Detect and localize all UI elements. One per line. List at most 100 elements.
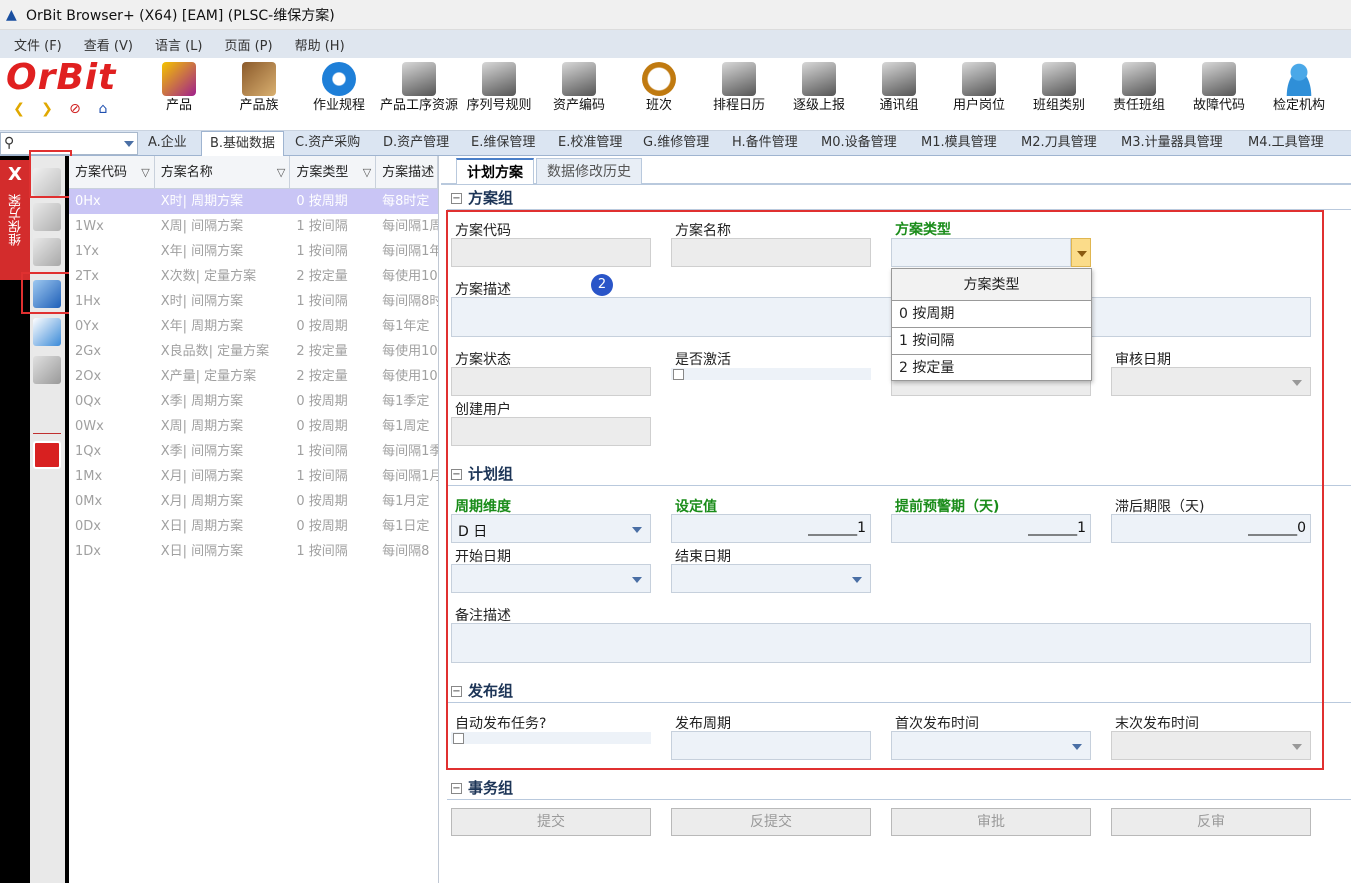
tool-process-resource[interactable]: 产品工序资源: [379, 58, 459, 130]
table-cell: 1 按间隔: [296, 294, 348, 309]
tab-m3-measure-mgmt[interactable]: M3.计量器具管理: [1113, 131, 1231, 156]
col-header-name[interactable]: 方案名称 ▽: [155, 156, 291, 189]
table-cell: 每使用10: [382, 344, 438, 359]
table-row[interactable]: 0Dx X日| 周期方案 0 按周期 每1日定: [69, 514, 438, 539]
menu-view[interactable]: 查看 (V): [84, 35, 133, 54]
col-header-desc[interactable]: 方案描述: [376, 156, 438, 189]
panel-tabs: 计划方案 数据修改历史: [441, 156, 1351, 185]
menu-help[interactable]: 帮助 (H): [295, 35, 345, 54]
table-row[interactable]: 2Gx X良品数| 定量方案 2 按定量 每使用10: [69, 339, 438, 364]
tool-asset-code[interactable]: 资产编码: [539, 58, 619, 130]
unsubmit-button[interactable]: 反提交: [671, 808, 871, 836]
table-cell: 每1周定: [382, 419, 430, 434]
col-header-code[interactable]: 方案代码 ▽: [69, 156, 155, 189]
tool-product-family[interactable]: 产品族: [219, 58, 299, 130]
table-cell: 每间隔1周: [382, 219, 438, 234]
tab-m2-tool-mgmt[interactable]: M2.刀具管理: [1013, 131, 1105, 156]
forward-icon[interactable]: ❯: [38, 100, 56, 118]
close-icon[interactable]: X: [0, 164, 30, 185]
left-sidebar: X 维保方案: [0, 156, 69, 883]
table-row[interactable]: 1Hx X时| 间隔方案 1 按间隔 每间隔8时: [69, 289, 438, 314]
table-row[interactable]: 0Wx X周| 周期方案 0 按周期 每1周定: [69, 414, 438, 439]
tab-b-basic-data[interactable]: B.基础数据: [201, 131, 285, 157]
tool-work-rule[interactable]: 作业规程: [299, 58, 379, 130]
collapse-icon[interactable]: −: [451, 193, 462, 204]
unapprove-button[interactable]: 反审: [1111, 808, 1311, 836]
tool-product[interactable]: 产品: [139, 58, 219, 130]
attach-icon[interactable]: [33, 238, 61, 266]
table-row[interactable]: 1Wx X周| 间隔方案 1 按间隔 每间隔1周: [69, 214, 438, 239]
table-row[interactable]: 0Hx X时| 周期方案 0 按周期 每8时定: [69, 189, 438, 214]
collapse-icon[interactable]: −: [451, 783, 462, 794]
tab-e-maintenance-mgmt[interactable]: E.维保管理: [463, 131, 543, 156]
table-cell: 1 按间隔: [296, 544, 348, 559]
col-header-type[interactable]: 方案类型 ▽: [290, 156, 377, 189]
type-option-quantity[interactable]: 2 按定量: [892, 355, 1091, 382]
tab-m4-tools-mgmt[interactable]: M4.工具管理: [1240, 131, 1332, 156]
tool-serial-rule[interactable]: 序列号规则: [459, 58, 539, 130]
asset-code-icon: [562, 62, 596, 96]
filter-icon[interactable]: ▽: [277, 156, 285, 189]
home-icon[interactable]: ⌂: [94, 100, 112, 118]
delete-icon[interactable]: [33, 356, 61, 384]
copy-icon[interactable]: [33, 203, 61, 231]
stop-icon[interactable]: ⊘: [66, 100, 84, 118]
table-cell: 1Mx: [75, 469, 103, 484]
table-cell: 0Hx: [75, 194, 101, 209]
process-resource-icon: [402, 62, 436, 96]
badge-2: 2: [591, 274, 613, 296]
tool-team-type[interactable]: 班组类别: [1019, 58, 1099, 130]
table-cell: 1Qx: [75, 444, 102, 459]
back-icon[interactable]: ❮: [10, 100, 28, 118]
table-row[interactable]: 1Dx X日| 间隔方案 1 按间隔 每间隔8: [69, 539, 438, 564]
tool-calendar[interactable]: 排程日历: [699, 58, 779, 130]
table-row[interactable]: 1Qx X季| 间隔方案 1 按间隔 每间隔1季: [69, 439, 438, 464]
type-option-interval[interactable]: 1 按间隔: [892, 328, 1091, 355]
table-cell: 每1季定: [382, 394, 430, 409]
table-row[interactable]: 0Qx X季| 周期方案 0 按周期 每1季定: [69, 389, 438, 414]
undo-icon[interactable]: [33, 318, 61, 346]
chevron-down-icon[interactable]: [124, 141, 134, 147]
submit-button[interactable]: 提交: [451, 808, 651, 836]
menu-language[interactable]: 语言 (L): [155, 35, 203, 54]
table-row[interactable]: 2Ox X产量| 定量方案 2 按定量 每使用10: [69, 364, 438, 389]
menu-page[interactable]: 页面 (P): [224, 35, 272, 54]
tool-comm-group[interactable]: 通讯组: [859, 58, 939, 130]
group-transaction[interactable]: − 事务组: [447, 776, 1351, 800]
group-scheme[interactable]: − 方案组: [447, 186, 1351, 210]
table-cell: 2Ox: [75, 369, 102, 384]
tool-inspection-org[interactable]: 检定机构: [1259, 58, 1339, 130]
table-cell: 2 按定量: [296, 369, 348, 384]
tool-user-post[interactable]: 用户岗位: [939, 58, 1019, 130]
tool-fault-code[interactable]: 故障代码: [1179, 58, 1259, 130]
tool-shift[interactable]: 班次: [619, 58, 699, 130]
tab-data-history[interactable]: 数据修改历史: [536, 158, 642, 184]
table-row[interactable]: 2Tx X次数| 定量方案 2 按定量 每使用10: [69, 264, 438, 289]
table-row[interactable]: 1Yx X年| 间隔方案 1 按间隔 每间隔1年: [69, 239, 438, 264]
tab-e-calibration-mgmt[interactable]: E.校准管理: [550, 131, 630, 156]
approve-button[interactable]: 审批: [891, 808, 1091, 836]
menu-bar: 文件 (F) 查看 (V) 语言 (L) 页面 (P) 帮助 (H): [0, 30, 1351, 58]
tab-h-spare-mgmt[interactable]: H.备件管理: [724, 131, 806, 156]
tool-escalation[interactable]: 逐级上报: [779, 58, 859, 130]
tab-a-enterprise[interactable]: A.企业: [140, 131, 195, 156]
sidebar-module-tab[interactable]: X 维保方案: [0, 160, 30, 280]
shift-clock-icon: [642, 62, 676, 96]
table-row[interactable]: 1Mx X月| 间隔方案 1 按间隔 每间隔1月: [69, 464, 438, 489]
filter-icon[interactable]: ▽: [363, 156, 371, 189]
filter-icon[interactable]: ▽: [141, 156, 149, 189]
table-row[interactable]: 0Yx X年| 周期方案 0 按周期 每1年定: [69, 314, 438, 339]
tab-c-asset-purchase[interactable]: C.资产采购: [287, 131, 368, 156]
tab-d-asset-mgmt[interactable]: D.资产管理: [375, 131, 457, 156]
table-row[interactable]: 0Mx X月| 周期方案 0 按周期 每1月定: [69, 489, 438, 514]
power-icon[interactable]: [33, 441, 61, 469]
tab-plan-scheme[interactable]: 计划方案: [456, 158, 534, 184]
type-option-cycle[interactable]: 0 按周期: [892, 301, 1091, 328]
menu-file[interactable]: 文件 (F): [14, 35, 62, 54]
table-cell: X年| 周期方案: [160, 319, 244, 334]
tab-m1-mold-mgmt[interactable]: M1.模具管理: [913, 131, 1005, 156]
tab-g-repair-mgmt[interactable]: G.维修管理: [635, 131, 717, 156]
tool-duty-team[interactable]: 责任班组: [1099, 58, 1179, 130]
tab-m0-equipment-mgmt[interactable]: M0.设备管理: [813, 131, 905, 156]
table-cell: 1Wx: [75, 219, 104, 234]
